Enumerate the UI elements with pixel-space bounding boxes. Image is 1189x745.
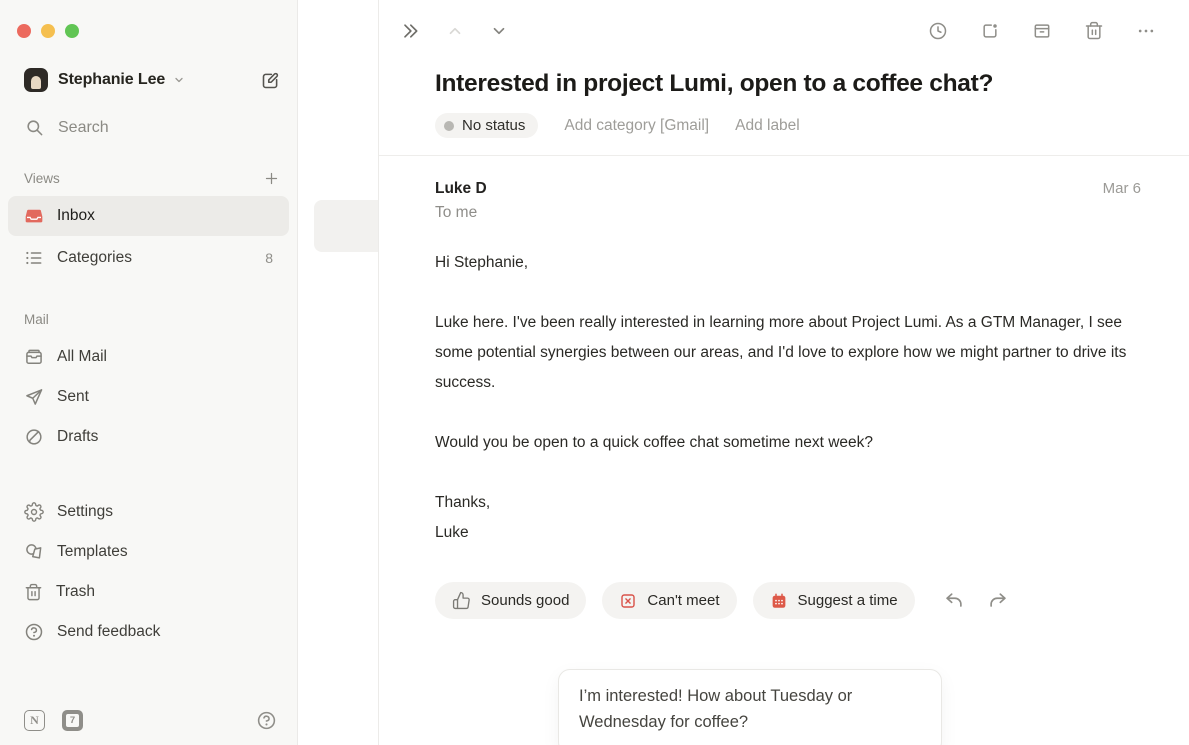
sidebar-item-settings[interactable]: Settings: [8, 492, 289, 532]
window-controls: [0, 0, 297, 38]
more-options-icon[interactable]: [1129, 17, 1163, 45]
trash-icon[interactable]: [1077, 17, 1111, 45]
message-body: Hi Stephanie, Luke here. I've been reall…: [435, 248, 1135, 548]
add-category-button[interactable]: Add category [Gmail]: [564, 117, 709, 135]
status-dot-icon: [444, 121, 454, 131]
sidebar-item-templates[interactable]: Templates: [8, 532, 289, 572]
quick-reply-label: Suggest a time: [798, 592, 898, 609]
sidebar-item-label: Drafts: [57, 428, 98, 446]
status-chip[interactable]: No status: [435, 113, 538, 138]
views-header-label: Views: [24, 171, 60, 186]
sidebar-bottom-bar: N 7: [0, 710, 297, 745]
views-section-header: Views: [24, 171, 279, 186]
body-paragraph: Would you be open to a quick coffee chat…: [435, 428, 1135, 458]
templates-shapes-icon: [24, 542, 44, 562]
quick-reply-cant-meet-button[interactable]: Can't meet: [602, 582, 736, 619]
add-label-button[interactable]: Add label: [735, 117, 800, 135]
email-list-peek-item[interactable]: [314, 200, 378, 252]
account-switcher[interactable]: Stephanie Lee: [24, 68, 281, 92]
all-mail-icon: [24, 347, 44, 367]
mail-header-label: Mail: [24, 312, 49, 327]
body-paragraph: Hi Stephanie,: [435, 248, 1135, 278]
x-square-icon: [619, 592, 637, 610]
sidebar: Stephanie Lee Search Views Inbox Categor…: [0, 0, 298, 745]
notion-calendar-icon[interactable]: 7: [62, 710, 83, 731]
send-icon: [24, 387, 44, 407]
archive-icon[interactable]: [1025, 17, 1059, 45]
expand-panel-icon[interactable]: [393, 17, 427, 45]
inbox-icon: [24, 206, 44, 226]
status-label: No status: [462, 117, 525, 134]
add-view-button[interactable]: [264, 171, 279, 186]
reading-pane: Interested in project Lumi, open to a co…: [379, 0, 1189, 745]
help-button[interactable]: [256, 710, 277, 731]
body-paragraph: Luke here. I've been really interested i…: [435, 308, 1135, 398]
header-divider: [379, 155, 1189, 156]
avatar: [24, 68, 48, 92]
next-email-icon[interactable]: [483, 18, 515, 44]
sidebar-item-send-feedback[interactable]: Send feedback: [8, 612, 289, 652]
quick-reply-row: Sounds good Can't meet Suggest a time: [435, 582, 1141, 619]
quick-reply-label: Sounds good: [481, 592, 569, 609]
sidebar-item-categories[interactable]: Categories 8: [8, 238, 289, 278]
categories-list-icon: [24, 248, 44, 268]
search-icon: [25, 118, 44, 137]
previous-email-icon[interactable]: [439, 18, 471, 44]
thumbs-up-icon: [452, 591, 471, 610]
quick-reply-sounds-good-button[interactable]: Sounds good: [435, 582, 586, 619]
account-name: Stephanie Lee: [58, 71, 165, 89]
body-paragraph: Thanks,: [435, 488, 1135, 518]
chevron-down-icon: [173, 74, 185, 86]
compose-button[interactable]: [260, 70, 281, 91]
sidebar-item-drafts[interactable]: Drafts: [8, 417, 289, 457]
body-paragraph: Luke: [435, 518, 1135, 548]
sidebar-item-label: Inbox: [57, 207, 95, 225]
thread-toolbar: [379, 0, 1189, 46]
sidebar-item-sent[interactable]: Sent: [8, 377, 289, 417]
calendar-icon: [770, 592, 788, 610]
categories-count-badge: 8: [265, 250, 273, 266]
suggested-reply-popup[interactable]: I’m interested! How about Tuesday or Wed…: [558, 669, 942, 745]
sidebar-item-label: All Mail: [57, 348, 107, 366]
search-label: Search: [58, 119, 109, 137]
sidebar-item-label: Templates: [57, 543, 128, 561]
sender-name: Luke D: [435, 180, 487, 198]
quick-reply-suggest-time-button[interactable]: Suggest a time: [753, 582, 915, 619]
sidebar-item-label: Settings: [57, 503, 113, 521]
mail-section-header: Mail: [24, 312, 279, 327]
metadata-row: No status Add category [Gmail] Add label: [435, 113, 1141, 138]
sidebar-item-inbox[interactable]: Inbox: [8, 196, 289, 236]
quick-reply-label: Can't meet: [647, 592, 719, 609]
forward-icon[interactable]: [983, 586, 1013, 616]
sidebar-item-trash[interactable]: Trash: [8, 572, 289, 612]
trash-icon: [24, 583, 43, 602]
search-button[interactable]: Search: [25, 118, 281, 137]
email-list-strip: [298, 0, 379, 745]
sidebar-item-label: Send feedback: [57, 623, 160, 641]
recipient-line[interactable]: To me: [435, 204, 487, 222]
mark-unread-icon[interactable]: [973, 17, 1007, 45]
notion-app-icon[interactable]: N: [24, 710, 45, 731]
drafts-icon: [24, 427, 44, 447]
window-zoom-button[interactable]: [65, 24, 79, 38]
window-minimize-button[interactable]: [41, 24, 55, 38]
question-circle-icon: [24, 622, 44, 642]
message-header: Luke D To me Mar 6: [435, 180, 1141, 222]
message-date: Mar 6: [1103, 180, 1141, 222]
email-subject: Interested in project Lumi, open to a co…: [435, 70, 1141, 98]
sidebar-item-all-mail[interactable]: All Mail: [8, 337, 289, 377]
sidebar-item-label: Trash: [56, 583, 95, 601]
gear-icon: [24, 502, 44, 522]
snooze-clock-icon[interactable]: [921, 17, 955, 45]
reply-icon[interactable]: [939, 586, 969, 616]
sidebar-item-label: Sent: [57, 388, 89, 406]
sidebar-item-label: Categories: [57, 249, 132, 267]
window-close-button[interactable]: [17, 24, 31, 38]
